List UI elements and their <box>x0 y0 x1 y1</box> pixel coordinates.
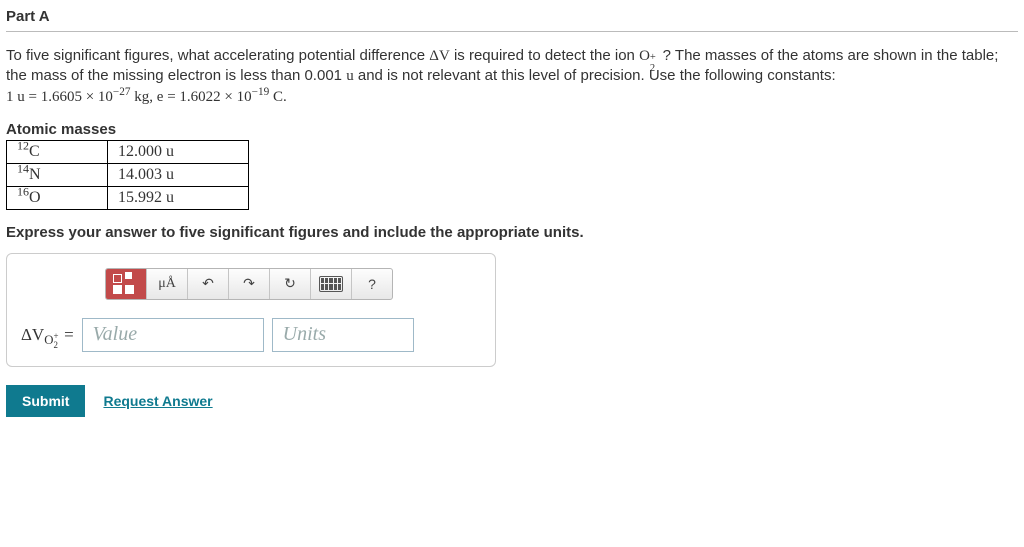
undo-icon: ↶ <box>202 275 214 292</box>
q-text: To five significant figures, what accele… <box>6 47 429 64</box>
table-row: 12C 12.000 u <box>7 140 249 163</box>
table-title: Atomic masses <box>6 121 1018 138</box>
q-text: and is not relevant at this level of pre… <box>358 67 836 84</box>
request-answer-link[interactable]: Request Answer <box>103 393 212 409</box>
submit-button[interactable]: Submit <box>6 385 85 417</box>
answer-toolbar: μÅ ↶ ↷ ↻ ? <box>105 268 393 300</box>
reset-icon: ↻ <box>284 275 296 292</box>
constants: 1 u = 1.6605 × 10−27 kg, e = 1.6022 × 10… <box>6 89 287 105</box>
part-header: Part A <box>6 0 1018 32</box>
help-icon: ? <box>368 276 376 292</box>
redo-icon: ↷ <box>243 275 255 292</box>
table-row: 16O 15.992 u <box>7 186 249 209</box>
units-button[interactable]: μÅ <box>147 269 188 299</box>
instruction-text: Express your answer to five significant … <box>6 224 1018 241</box>
answer-panel: μÅ ↶ ↷ ↻ ? ΔVO+2 = Value Units <box>6 253 496 367</box>
reset-button[interactable]: ↻ <box>270 269 311 299</box>
delta-v-symbol: ΔV <box>429 48 449 64</box>
redo-button[interactable]: ↷ <box>229 269 270 299</box>
ion-symbol: O+2 <box>639 48 663 64</box>
atomic-masses-table: 12C 12.000 u 14N 14.003 u 16O 15.992 u <box>6 140 249 210</box>
template-button[interactable] <box>106 269 147 299</box>
answer-row: ΔVO+2 = Value Units <box>21 318 481 352</box>
units-input[interactable]: Units <box>272 318 414 352</box>
unit-u: u <box>346 68 354 84</box>
keyboard-icon <box>319 276 343 292</box>
variable-label: ΔVO+2 = <box>21 325 74 345</box>
table-row: 14N 14.003 u <box>7 163 249 186</box>
question-text: To five significant figures, what accele… <box>6 46 1018 107</box>
submit-row: Submit Request Answer <box>6 385 1018 417</box>
value-input[interactable]: Value <box>82 318 264 352</box>
q-text: is required to detect the ion <box>454 47 639 64</box>
undo-button[interactable]: ↶ <box>188 269 229 299</box>
keyboard-button[interactable] <box>311 269 352 299</box>
help-button[interactable]: ? <box>352 269 392 299</box>
